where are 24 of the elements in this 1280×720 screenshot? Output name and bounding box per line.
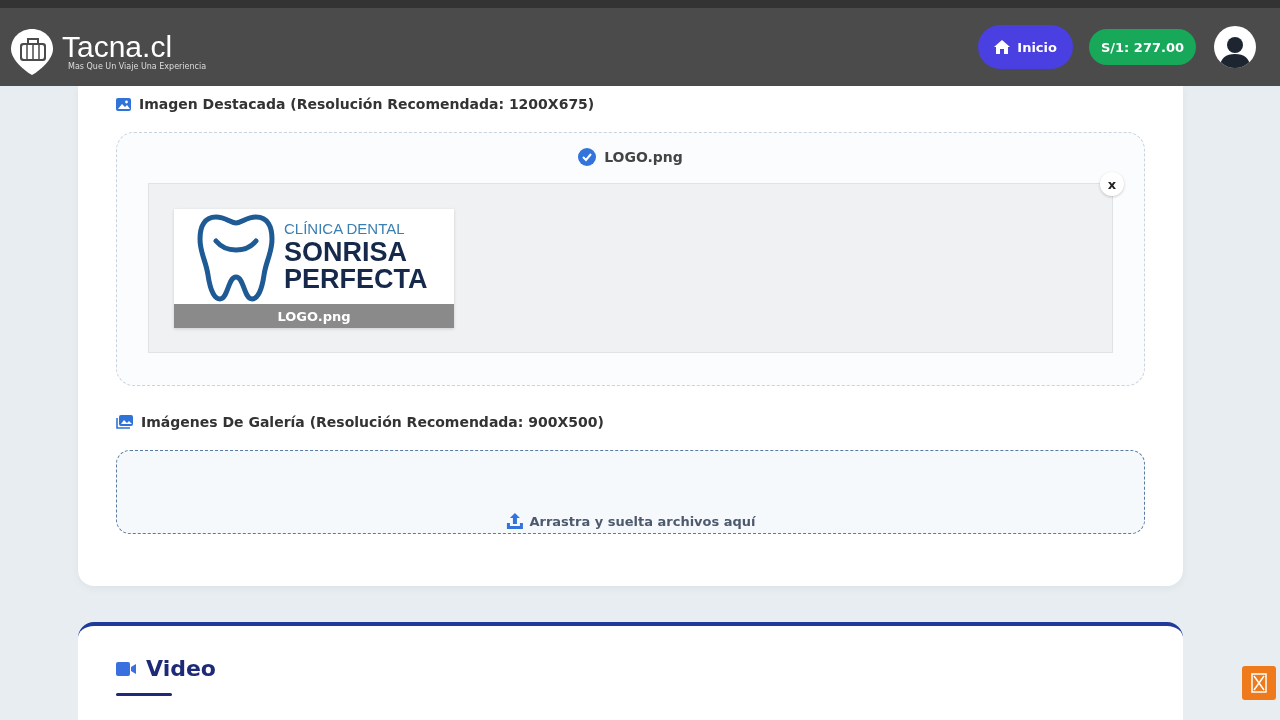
images-icon [116, 415, 133, 429]
featured-image-dropzone[interactable]: LOGO.png x CLÍNICA DENTAL SONRISA PERFECTA LOGO.png [116, 132, 1145, 386]
video-camera-icon [116, 661, 136, 676]
check-circle-icon [578, 148, 597, 166]
upload-icon [505, 513, 524, 530]
brand-name[interactable]: Tacna.cl [62, 31, 207, 62]
image-icon [116, 97, 131, 111]
gallery-dropzone[interactable]: Arrastra y suelta archivos aquí [116, 450, 1145, 534]
balance-badge: S/1: 277.00 [1088, 29, 1196, 65]
tagline: Mas Que Un Viaje Una Experiencia [68, 61, 207, 71]
video-title: Video [146, 656, 216, 681]
uploaded-file-name: LOGO.png [604, 149, 683, 165]
featured-image-label: Imagen Destacada (Resolución Recomendada: 1200X675) [139, 96, 595, 112]
logo-title: PERFECTA [284, 265, 428, 293]
logo-title: SONRISA [284, 238, 409, 266]
home-button[interactable]: Inicio [978, 25, 1073, 69]
user-avatar[interactable] [1214, 26, 1256, 68]
remove-button[interactable]: x [1100, 172, 1124, 196]
drop-hint: Arrastra y suelta archivos aquí [529, 514, 756, 529]
thumbnail-caption: LOGO.png [174, 304, 454, 328]
gallery-label: Imágenes De Galería (Resolución Recomendada: 900X500) [141, 414, 604, 430]
logo-subtitle: CLÍNICA DENTAL [284, 220, 406, 236]
suitcase-pin-logo-icon [8, 27, 56, 75]
home-icon [994, 40, 1011, 54]
